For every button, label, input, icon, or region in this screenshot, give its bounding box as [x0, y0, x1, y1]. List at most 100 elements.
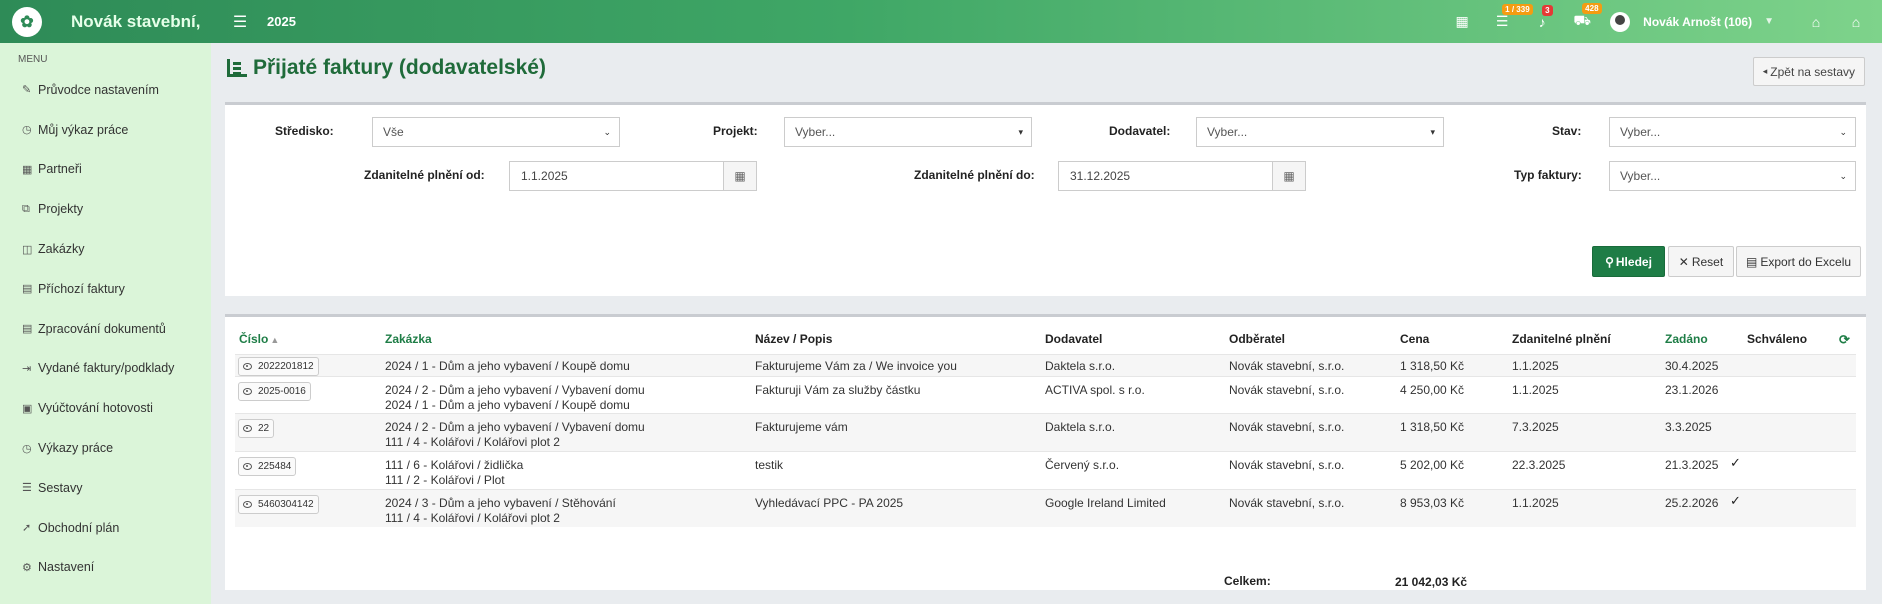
sidebar-item[interactable]: ◫ Zakázky — [0, 229, 211, 269]
invoices-table: Číslo ▲ Zakázka Název / Popis Dodavatel O… — [225, 314, 1866, 590]
brand-name[interactable]: Novák stavební, — [71, 12, 221, 32]
cell-cena: 8 953,03 Kč — [1400, 496, 1465, 510]
sidebar-item[interactable]: ▤ Zpracování dokumentů — [0, 309, 211, 349]
column-header-zakazka[interactable]: Zakázka — [385, 332, 432, 346]
sidebar-item[interactable]: ▦ Partneři — [0, 150, 211, 190]
dodavatel-label: Dodavatel: — [1109, 124, 1171, 138]
sidebar-item[interactable]: ▤ Příchozí faktury — [0, 269, 211, 309]
projekt-select[interactable]: Vyber... ▾ — [784, 117, 1032, 147]
cell-plneni: 1.1.2025 — [1512, 496, 1559, 510]
column-header-zadano[interactable]: Zadáno — [1665, 332, 1708, 346]
menu-title: MENU — [18, 54, 48, 65]
main-content: Přijaté faktury (dodavatelské) ◂ Zpět na … — [211, 43, 1882, 604]
invoice-number: 2025-0016 — [258, 386, 306, 397]
cell-zakazka2: 2024 / 1 - Dům a jeho vybavení / Koupě d… — [385, 398, 630, 412]
reset-button[interactable]: ✕ Reset — [1668, 246, 1734, 277]
sidebar-item[interactable]: ⇥ Vydané faktury/podklady — [0, 349, 211, 389]
calendar-icon[interactable]: ▦ — [1442, 13, 1482, 30]
chevron-down-icon: ⌄ — [603, 127, 611, 137]
car-icon[interactable]: ⛟ 428 — [1562, 3, 1602, 31]
caret-down-icon: ▾ — [1430, 127, 1435, 137]
column-header-schvaleno: Schváleno — [1747, 332, 1808, 346]
user-name: Novák Arnošt (106) — [1643, 14, 1753, 29]
handshake-logo-icon: ✿ — [12, 6, 42, 37]
plneni-od-label: Zdanitelné plnění od: — [364, 168, 485, 182]
plneni-do-label: Zdanitelné plnění do: — [914, 168, 1035, 182]
user-menu[interactable]: Novák Arnošt (106) ▼ — [1610, 11, 1796, 32]
cell-cena: 1 318,50 Kč — [1400, 420, 1465, 434]
sidebar-item[interactable]: ⚙ Nastavení — [0, 548, 211, 588]
page-title-text: Přijaté faktury (dodavatelské) — [253, 56, 546, 79]
cell-nazev: Fakturujeme vám — [755, 420, 848, 434]
stav-select[interactable]: Vyber... ⌄ — [1609, 117, 1856, 147]
sidebar-item[interactable]: ◷ Můj výkaz práce — [0, 110, 211, 150]
notifications-badge: 3 — [1542, 4, 1553, 16]
cell-plneni: 22.3.2025 — [1512, 458, 1566, 472]
invoice-number-button[interactable]: 22 — [238, 419, 275, 438]
tasks-icon[interactable]: ☰ 1 / 339 — [1482, 4, 1533, 30]
table-row[interactable]: 2022201812 2024 / 1 - Dům a jeho vybavení… — [235, 354, 1856, 376]
sidebar-item[interactable]: ☰ Sestavy — [0, 468, 211, 508]
sidebar-item[interactable]: ▣ Vyúčtování hotovosti — [0, 388, 211, 428]
car-badge: 428 — [1582, 3, 1602, 14]
invoice-number-button[interactable]: 225484 — [238, 457, 297, 476]
close-icon: ✕ — [1678, 254, 1689, 269]
approved-check-icon: ✓ — [1730, 493, 1741, 508]
table-row[interactable]: 22 2024 / 2 - Dům a jeho vybavení / Vybav… — [235, 413, 1856, 451]
cell-plneni: 1.1.2025 — [1512, 359, 1559, 373]
calendar-icon[interactable]: ▦ — [723, 161, 757, 191]
bank-icon[interactable]: ⌂ — [1796, 14, 1836, 30]
refresh-icon[interactable]: ⟳ — [1839, 332, 1850, 348]
sidebar-item-label: Zakázky — [38, 242, 85, 257]
dodavatel-select[interactable]: Vyber... ▾ — [1196, 117, 1444, 147]
stredisko-label: Středisko: — [275, 124, 334, 138]
table-row[interactable]: 225484 111 / 6 - Kolářovi / židlička 111 /… — [235, 451, 1856, 489]
total-label: Celkem: — [1224, 574, 1271, 588]
sidebar-item[interactable]: ✎ Průvodce nastavením — [0, 70, 211, 110]
plneni-do-input[interactable]: 31.12.2025 — [1058, 161, 1273, 191]
sidebar-item-label: Sestavy — [38, 480, 83, 495]
cell-cena: 4 250,00 Kč — [1400, 383, 1465, 397]
sidebar-item-label: Vyúčtování hotovosti — [38, 401, 153, 416]
year-selector[interactable]: 2025 — [267, 14, 296, 29]
export-excel-button[interactable]: ▤ Export do Excelu — [1736, 246, 1861, 277]
cell-zadano: 23.1.2026 — [1665, 383, 1719, 397]
plneni-od-input[interactable]: 1.1.2025 — [509, 161, 724, 191]
cell-nazev: Vyhledávací PPC - PA 2025 — [755, 496, 904, 510]
logo[interactable]: ✿ — [0, 0, 54, 43]
chevron-left-icon: ◂ — [1762, 66, 1768, 76]
table-row[interactable]: 2025-0016 2024 / 2 - Dům a jeho vybavení … — [235, 376, 1856, 413]
invoice-number-button[interactable]: 2022201812 — [238, 357, 319, 376]
home-icon[interactable]: ⌂ — [1836, 14, 1876, 30]
search-button[interactable]: ⚲ Hledej — [1592, 246, 1665, 277]
typ-faktury-label: Typ faktury: — [1514, 168, 1582, 182]
calendar-icon[interactable]: ▦ — [1272, 161, 1306, 191]
sidebar-item[interactable]: ◷ Výkazy práce — [0, 428, 211, 468]
menu-toggle-icon[interactable]: ☰ — [225, 12, 255, 32]
invoice-number-button[interactable]: 5460304142 — [238, 495, 319, 514]
typ-faktury-select[interactable]: Vyber... ⌄ — [1609, 161, 1856, 191]
sidebar-item-label: Můj výkaz práce — [38, 122, 129, 137]
bell-icon[interactable]: ♪ 3 — [1522, 4, 1562, 30]
column-header-cislo[interactable]: Číslo ▲ — [239, 332, 279, 346]
sidebar-item-icon: ☰ — [22, 482, 32, 495]
caret-down-icon: ▾ — [1018, 127, 1023, 137]
invoice-number: 225484 — [258, 461, 292, 472]
invoice-number: 22 — [258, 423, 270, 434]
sidebar-item[interactable]: ⧉ Projekty — [0, 189, 211, 229]
sidebar-item[interactable]: ➚ Obchodní plán — [0, 508, 211, 548]
sidebar-item-icon: ▣ — [22, 402, 33, 415]
sidebar-item-icon: ▦ — [22, 163, 33, 176]
column-header-nazev: Název / Popis — [755, 332, 833, 346]
cell-zakazka1: 2024 / 1 - Dům a jeho vybavení / Koupě d… — [385, 359, 630, 373]
stredisko-select[interactable]: Vše ⌄ — [372, 117, 620, 147]
invoice-number-button[interactable]: 2025-0016 — [238, 382, 311, 401]
eye-icon — [243, 425, 252, 432]
eye-icon — [243, 463, 252, 470]
table-row[interactable]: 5460304142 2024 / 3 - Dům a jeho vybavení… — [235, 489, 1856, 527]
cell-zadano: 30.4.2025 — [1665, 359, 1719, 373]
back-to-reports-button[interactable]: ◂ Zpět na sestavy — [1752, 57, 1865, 86]
sidebar-item-icon: ◷ — [22, 442, 32, 455]
cell-plneni: 7.3.2025 — [1512, 420, 1559, 434]
eye-icon — [243, 388, 252, 395]
